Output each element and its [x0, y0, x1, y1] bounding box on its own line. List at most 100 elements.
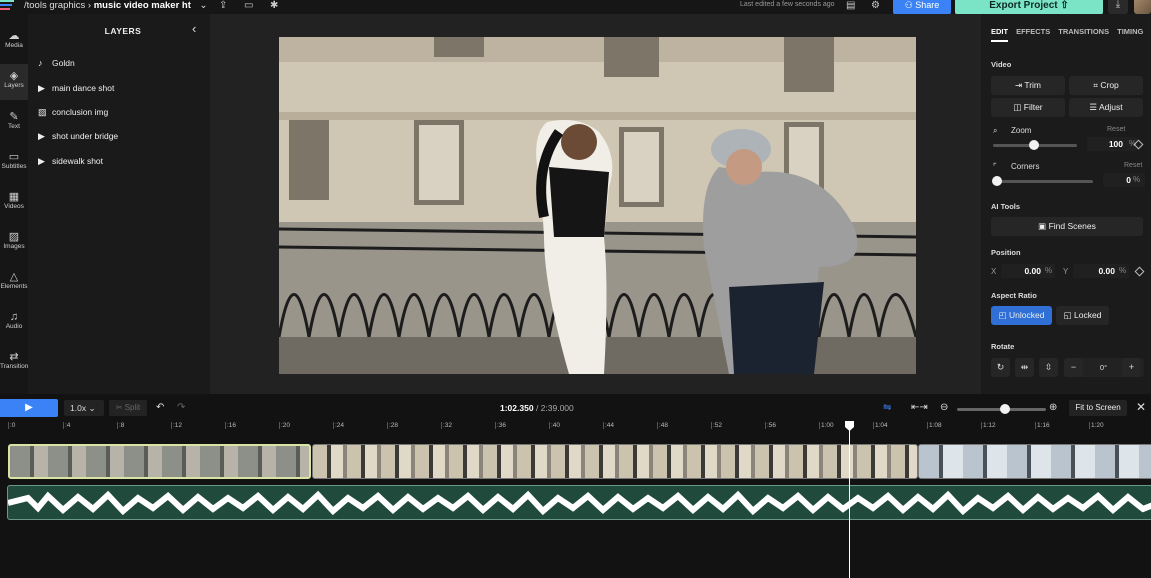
ruler-tick: :40: [548, 422, 561, 429]
close-icon[interactable]: ✕: [1136, 400, 1146, 414]
breadcrumb-parent[interactable]: /tools graphics: [24, 0, 85, 11]
rail-item-elements[interactable]: △ Elements: [0, 271, 28, 290]
time-display: 1:02.350 / 2:39.000: [500, 403, 574, 413]
rail-item-subtitles[interactable]: ▭ Subtitles: [0, 151, 28, 170]
rotate-plus-button[interactable]: +: [1122, 358, 1141, 377]
speed-select[interactable]: 1.0x ⌄: [64, 400, 104, 416]
ruler-tick: :44: [602, 422, 615, 429]
redo-icon[interactable]: ↷: [177, 402, 185, 413]
flip-horizontal-icon[interactable]: ⇹: [1015, 358, 1034, 377]
find-scenes-label: Find Scenes: [1048, 221, 1096, 231]
locked-label: Locked: [1073, 310, 1102, 320]
layer-item[interactable]: ▶ main dance shot: [38, 83, 114, 94]
layer-item[interactable]: ▶ sidewalk shot: [38, 156, 103, 167]
flip-vertical-icon[interactable]: ⇳: [1039, 358, 1058, 377]
rail-item-transitions[interactable]: ⇄ Transitions: [0, 351, 32, 370]
play-button[interactable]: ▶: [0, 399, 58, 417]
filter-button[interactable]: ◫ Filter: [991, 98, 1065, 117]
layer-item[interactable]: ▨ conclusion img: [38, 107, 108, 118]
rail-item-videos[interactable]: ▦ Videos: [0, 191, 28, 210]
rotate-icon[interactable]: ↻: [991, 358, 1010, 377]
split-label: Split: [124, 403, 141, 412]
rotate-label: Rotate: [991, 342, 1015, 351]
app-logo-icon[interactable]: [0, 0, 18, 12]
tab-edit[interactable]: EDIT: [991, 27, 1009, 42]
corners-reset-link[interactable]: Reset: [1124, 162, 1142, 169]
rotate-value[interactable]: 0°: [1094, 358, 1113, 377]
rail-label: Layers: [4, 82, 24, 89]
undo-icon[interactable]: ↶: [156, 402, 164, 413]
tab-effects[interactable]: EFFECTS: [1016, 27, 1050, 36]
comments-icon[interactable]: ▤: [846, 0, 855, 11]
find-scenes-button[interactable]: ▣ Find Scenes: [991, 217, 1143, 236]
export-project-button[interactable]: Export Project ⇧: [955, 0, 1103, 15]
video-clip[interactable]: [918, 444, 1151, 479]
zoom-reset-link[interactable]: Reset: [1107, 126, 1125, 133]
trim-button[interactable]: ⇥ Trim: [991, 76, 1065, 95]
ruler-tick: :24: [332, 422, 345, 429]
pos-x-value: 0.00: [1024, 266, 1041, 276]
keyframe-icon[interactable]: [1134, 266, 1145, 277]
zoom-out-icon[interactable]: ⊖: [940, 402, 948, 413]
gear-icon[interactable]: ⚙: [871, 0, 880, 11]
audio-clip[interactable]: [7, 485, 1151, 520]
upload-icon[interactable]: ⇪: [219, 0, 227, 11]
layer-item[interactable]: ▶ shot under bridge: [38, 131, 118, 142]
video-clip[interactable]: [8, 444, 311, 479]
transitions-icon: ⇄: [9, 351, 19, 363]
playhead-line[interactable]: [849, 421, 850, 578]
corners-slider[interactable]: [993, 180, 1093, 183]
person-add-icon: ⚇: [904, 0, 916, 10]
layers-panel: LAYERS ‹ ♪ Goldn ▶ main dance shot ▨ conclu…: [28, 14, 210, 394]
ruler-tick: 1:20: [1089, 422, 1104, 429]
rail-item-text[interactable]: ✎ Text: [0, 111, 28, 130]
ruler-tick: :52: [710, 422, 723, 429]
rail-item-images[interactable]: ▨ Images: [0, 231, 28, 250]
unlocked-button[interactable]: ◰ Unlocked: [991, 306, 1052, 325]
rail-label: Text: [8, 123, 20, 130]
timeline-toolbar: ▶ 1.0x ⌄ ✂ Split ↶ ↷ 1:02.350 / 2:39.000…: [0, 398, 1151, 420]
tab-transitions[interactable]: TRANSITIONS: [1058, 27, 1109, 36]
pos-y-label: Y: [1063, 267, 1069, 276]
download-button[interactable]: ⤓: [1108, 0, 1128, 14]
breadcrumb-separator: ›: [87, 0, 92, 11]
lightbulb-icon[interactable]: ✱: [270, 0, 278, 11]
timeline-ruler[interactable]: :0 :4 :8 :12 :16 :20 :24 :28 :32 :36 :40…: [0, 421, 1151, 435]
timeline-zoom-handle[interactable]: [1000, 404, 1010, 414]
rotate-minus-button[interactable]: −: [1064, 358, 1083, 377]
subtitles-icon[interactable]: ▭: [244, 0, 253, 11]
video-preview[interactable]: [279, 37, 916, 374]
ruler-tick: :12: [170, 422, 183, 429]
current-time: 1:02.350: [500, 403, 534, 413]
locked-button[interactable]: ◱ Locked: [1056, 306, 1109, 325]
trim-label: Trim: [1024, 80, 1042, 90]
zoom-in-icon[interactable]: ⊕: [1049, 402, 1057, 413]
filter-icon: ◫: [1013, 102, 1024, 112]
avatar[interactable]: [1134, 0, 1151, 14]
snap-icon[interactable]: ⇋: [883, 402, 891, 413]
rail-label: Elements: [0, 283, 28, 290]
adjust-button[interactable]: ☰ Adjust: [1069, 98, 1143, 117]
fit-to-screen-button[interactable]: Fit to Screen: [1069, 400, 1127, 416]
last-edited-status: Last edited a few seconds ago: [740, 1, 835, 8]
subtitles-icon: ▭: [8, 151, 20, 163]
rail-label: Subtitles: [1, 163, 27, 170]
collapse-panel-icon[interactable]: ‹: [192, 21, 196, 36]
chevron-down-icon[interactable]: ⌄: [200, 0, 208, 11]
sliders-icon: ☰: [1089, 102, 1099, 112]
share-button[interactable]: ⚇ Share: [893, 0, 951, 15]
zoom-slider-handle[interactable]: [1029, 140, 1039, 150]
zoom-value: 100: [1108, 139, 1123, 149]
rail-item-media[interactable]: ☁ Media: [0, 30, 28, 49]
text-icon: ✎: [9, 111, 19, 123]
split-button[interactable]: ✂ Split: [109, 400, 147, 416]
rail-item-layers[interactable]: ◈ Layers: [0, 64, 28, 100]
layer-item[interactable]: ♪ Goldn: [38, 58, 75, 68]
project-name-input[interactable]: music video maker ht: [94, 0, 191, 11]
fit-width-icon[interactable]: ⇤⇥: [911, 402, 928, 413]
rail-item-audio[interactable]: ♫ Audio: [0, 311, 28, 330]
corners-slider-handle[interactable]: [992, 176, 1002, 186]
crop-button[interactable]: ⌗ Crop: [1069, 76, 1143, 95]
tab-timing[interactable]: TIMING: [1117, 27, 1143, 36]
video-clip[interactable]: [312, 444, 918, 479]
